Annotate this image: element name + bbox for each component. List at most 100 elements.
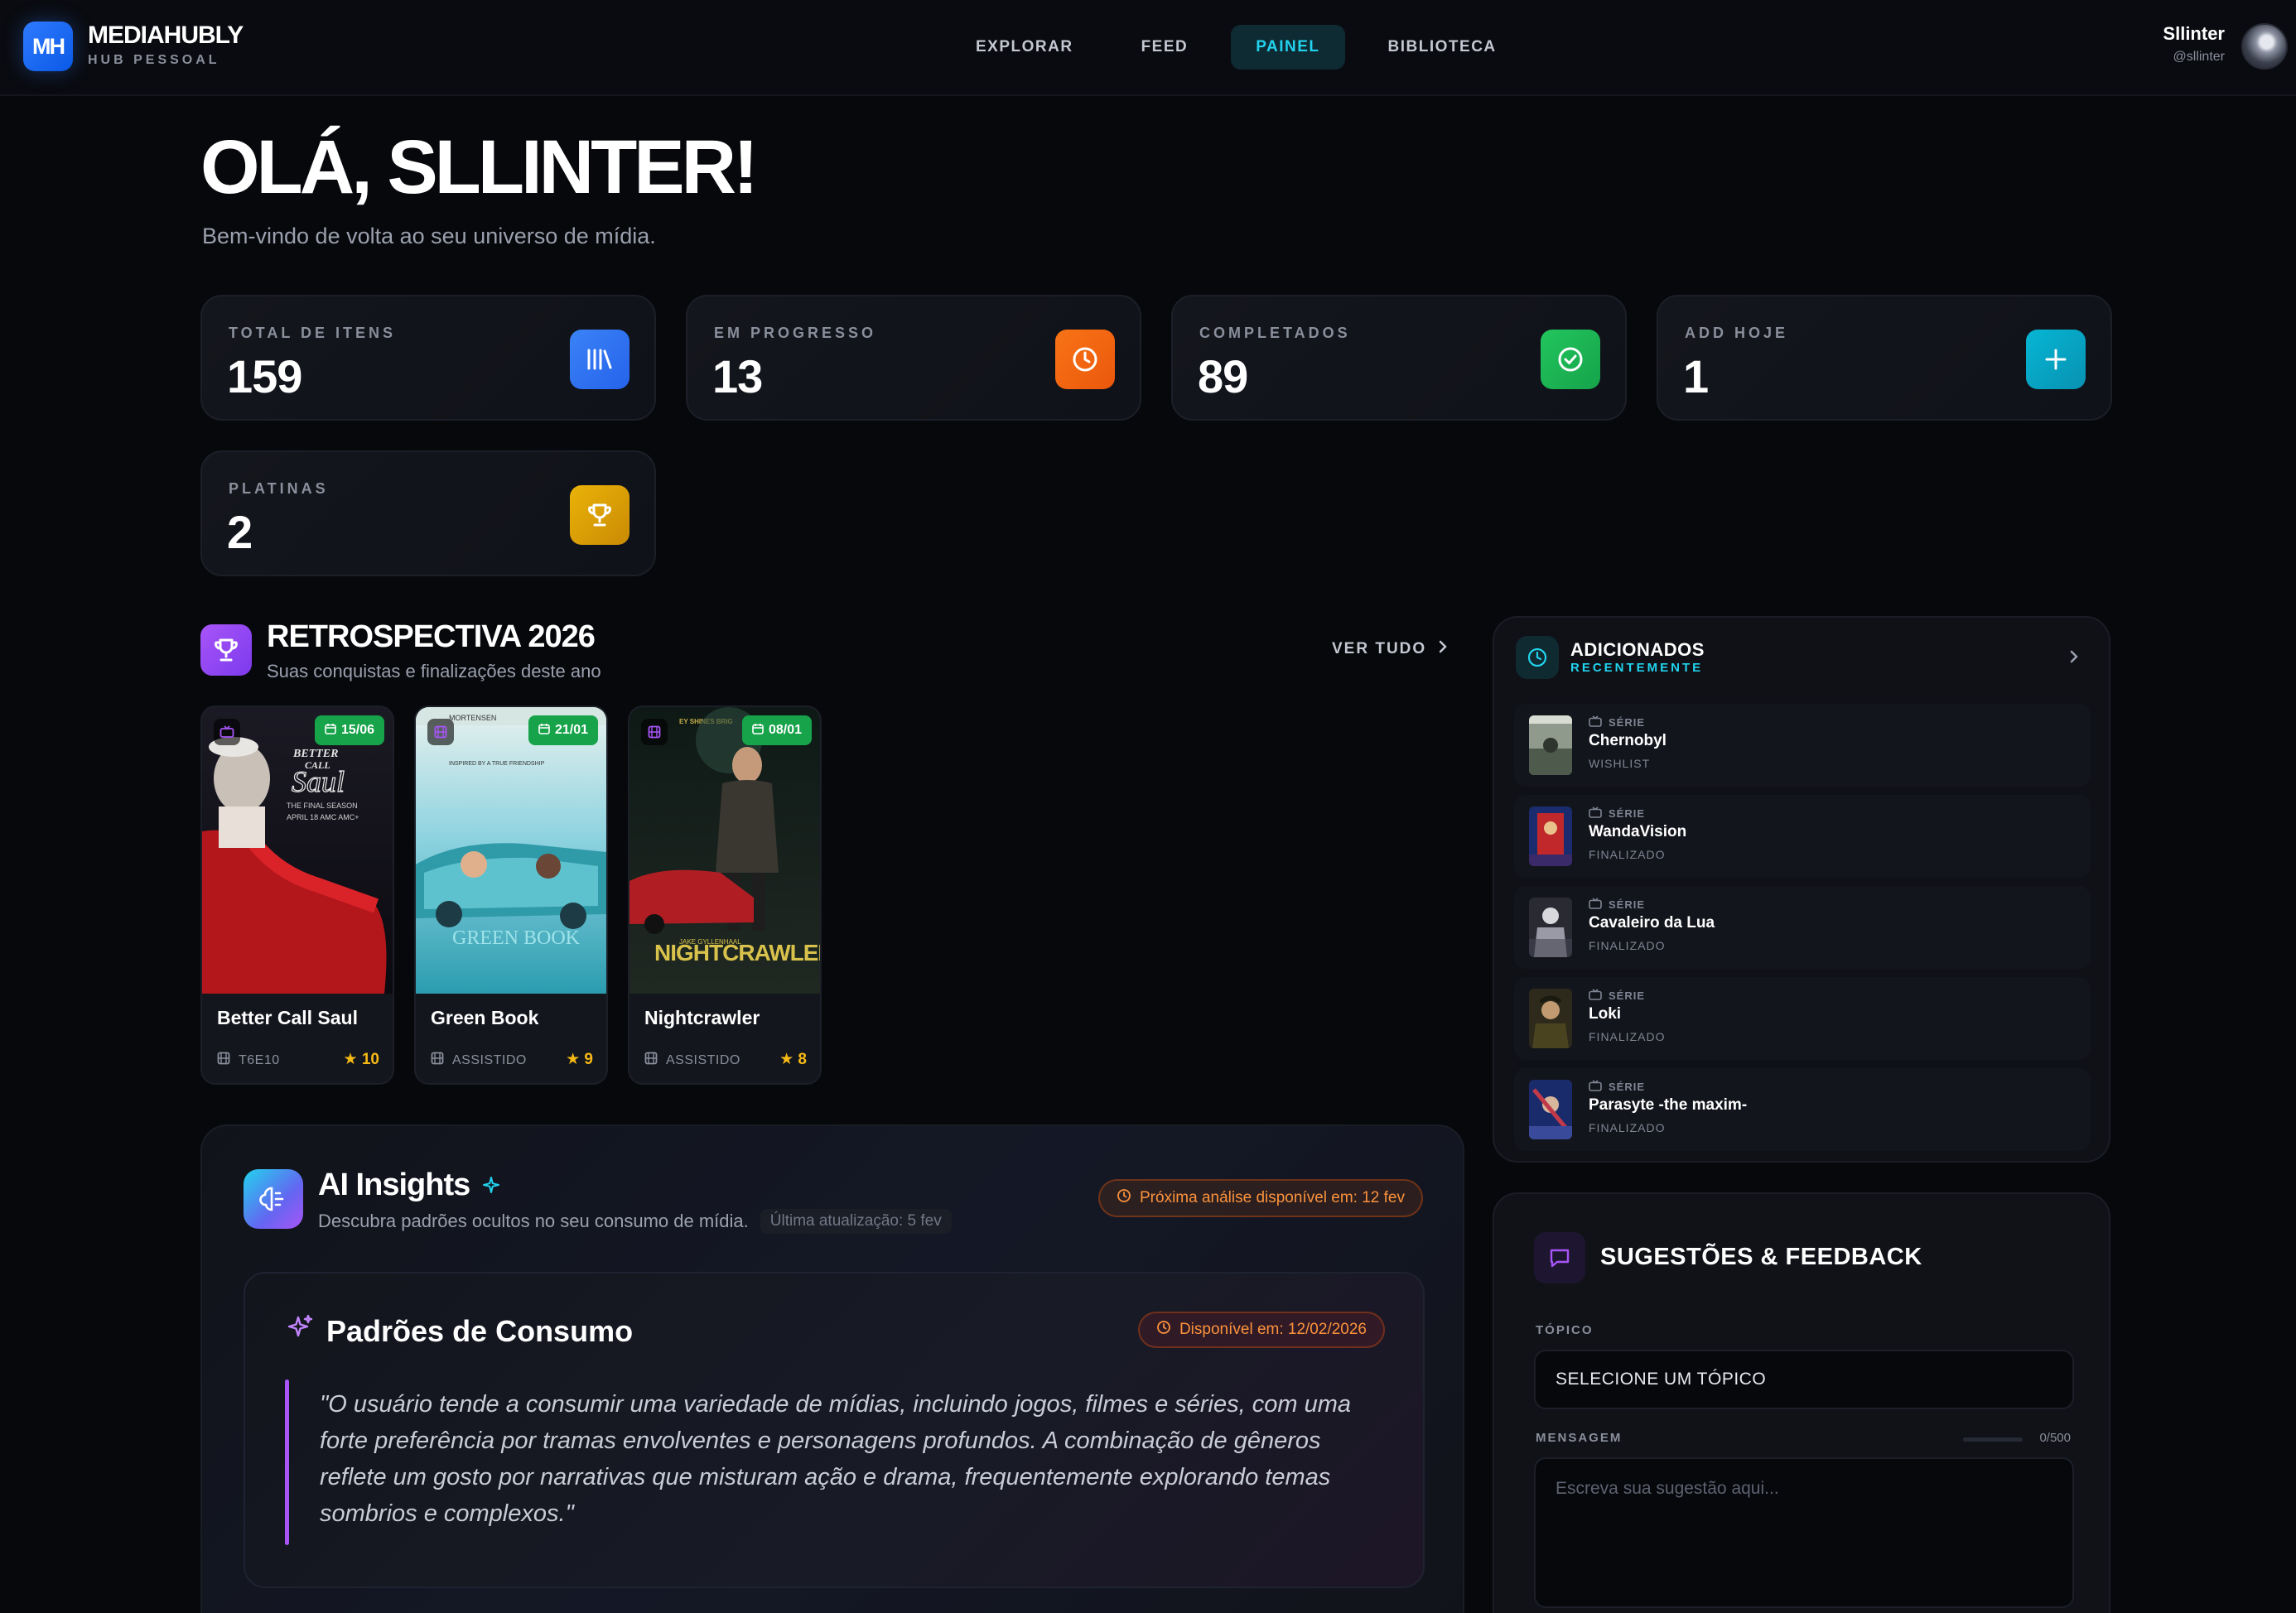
rating-value: 8: [798, 1051, 807, 1068]
stat-value: 13: [712, 350, 763, 402]
retro-card-nightcrawler[interactable]: EY SHINES BRIG NIGHTCRAWLER JAKE GYLLENH…: [628, 705, 822, 1085]
thumbnail: [1529, 715, 1572, 775]
recent-name: WandaVision: [1589, 823, 1687, 840]
character-progress-bar: [1963, 1437, 2023, 1442]
tv-icon: [1589, 715, 1602, 729]
nav-item-painel[interactable]: PAINEL: [1231, 25, 1345, 70]
tv-icon: [1589, 1080, 1602, 1094]
last-updated-badge: Última atualização: 5 fev: [760, 1209, 952, 1234]
date-text: 21/01: [554, 723, 588, 737]
library-icon: [570, 330, 629, 389]
pattern-available-badge: Disponível em: 12/02/2026: [1137, 1312, 1385, 1348]
calendar-icon: [752, 723, 764, 739]
card-meta-text: T6E10: [239, 1052, 280, 1067]
check-circle-icon: [1541, 330, 1600, 389]
chevron-right-icon[interactable]: [2069, 649, 2079, 668]
clock-icon: [1516, 636, 1559, 679]
card-title: Green Book: [431, 1007, 539, 1028]
card-rating: ★ 9: [566, 1050, 593, 1069]
nav-item-explorar[interactable]: EXPLORAR: [951, 25, 1098, 70]
recent-item-wandavision[interactable]: SÉRIE WandaVision FINALIZADO: [1514, 795, 2091, 878]
trophy-icon: [570, 485, 629, 545]
plus-icon: [2026, 330, 2086, 389]
recent-kind: SÉRIE: [1589, 715, 1645, 729]
svg-text:BETTER: BETTER: [292, 748, 338, 760]
svg-text:APRIL 18 AMC AMC+: APRIL 18 AMC AMC+: [287, 813, 359, 821]
recent-kind-text: SÉRIE: [1609, 716, 1646, 729]
calendar-icon: [538, 723, 550, 739]
film-icon: [217, 1052, 230, 1069]
retro-subtitle: Suas conquistas e finalizações deste ano: [267, 661, 601, 681]
recent-status: FINALIZADO: [1589, 1121, 1666, 1134]
retro-card-better-call-saul[interactable]: BETTER CALL Saul THE FINAL SEASON APRIL …: [200, 705, 394, 1085]
recent-kind: SÉRIE: [1589, 806, 1645, 821]
recent-kind: SÉRIE: [1589, 898, 1645, 912]
film-icon: [641, 719, 668, 745]
tv-icon: [1589, 806, 1602, 821]
logo-badge[interactable]: MH: [23, 22, 73, 71]
card-meta: ASSISTIDO: [431, 1052, 527, 1069]
chevron-right-icon: [1438, 639, 1448, 659]
clock-icon: [1055, 330, 1115, 389]
app-subtitle: HUB PESSOAL: [88, 53, 220, 67]
date-badge: 21/01: [528, 715, 598, 745]
poster-image: INSPIRED BY A TRUE FRIENDSHIP GREEN BOOK…: [416, 707, 606, 994]
recent-item-loki[interactable]: SÉRIE Loki FINALIZADO: [1514, 977, 2091, 1060]
see-all-button[interactable]: VER TUDO: [1332, 639, 1448, 659]
film-icon: [427, 719, 454, 745]
thumbnail: [1529, 1080, 1572, 1139]
quote-accent-bar: [285, 1379, 289, 1545]
svg-text:THE FINAL SEASON: THE FINAL SEASON: [287, 802, 358, 810]
nav-item-biblioteca[interactable]: BIBLIOTECA: [1363, 25, 1522, 70]
pattern-available-text: Disponível em: 12/02/2026: [1179, 1321, 1367, 1338]
recent-status: WISHLIST: [1589, 757, 1651, 770]
recent-kind-text: SÉRIE: [1609, 898, 1646, 911]
stat-label: ADD HOJE: [1685, 325, 1789, 341]
card-meta-text: ASSISTIDO: [452, 1052, 527, 1067]
recent-status: FINALIZADO: [1589, 1030, 1666, 1043]
stat-card-added-today: ADD HOJE 1: [1657, 295, 2112, 421]
pattern-quote: "O usuário tende a consumir uma variedad…: [320, 1391, 1352, 1527]
stat-label: PLATINAS: [229, 480, 329, 497]
top-bar: MH MEDIAHUBLY HUB PESSOAL EXPLORAR FEED …: [0, 0, 2296, 96]
rating-value: 10: [361, 1051, 379, 1068]
topic-label: TÓPICO: [1536, 1323, 1594, 1337]
avatar[interactable]: [2241, 23, 2288, 70]
date-text: 08/01: [768, 723, 802, 737]
tv-icon: [1589, 989, 1602, 1003]
thumbnail: [1529, 989, 1572, 1048]
recent-item-cavaleiro-da-lua[interactable]: SÉRIE Cavaleiro da Lua FINALIZADO: [1514, 886, 2091, 969]
sparkle-icon: [481, 1168, 501, 1203]
app-name[interactable]: MEDIAHUBLY: [88, 22, 244, 50]
user-name[interactable]: Sllinter: [2163, 23, 2225, 45]
svg-text:GREEN BOOK: GREEN BOOK: [452, 927, 581, 949]
stat-card-total: TOTAL DE ITENS 159: [200, 295, 656, 421]
recent-name: Chernobyl: [1589, 732, 1667, 749]
poster-image: EY SHINES BRIG NIGHTCRAWLER JAKE GYLLENH…: [629, 707, 820, 994]
pattern-title-text: Padrões de Consumo: [326, 1313, 634, 1348]
retro-title: RETROSPECTIVA 2026: [267, 619, 596, 654]
topic-select[interactable]: SELECIONE UM TÓPICO: [1534, 1350, 2074, 1409]
stat-value: 1: [1683, 350, 1709, 402]
page-subtitle: Bem-vindo de volta ao seu universo de mí…: [202, 224, 656, 248]
svg-text:INSPIRED BY A TRUE FRIENDSHIP: INSPIRED BY A TRUE FRIENDSHIP: [449, 761, 545, 767]
retro-card-green-book[interactable]: INSPIRED BY A TRUE FRIENDSHIP GREEN BOOK…: [414, 705, 608, 1085]
recent-item-parasyte[interactable]: SÉRIE Parasyte -the maxim- FINALIZADO: [1514, 1068, 2091, 1151]
poster-image: BETTER CALL Saul THE FINAL SEASON APRIL …: [202, 707, 393, 994]
tv-icon: [1589, 898, 1602, 912]
ai-subtitle: Descubra padrões ocultos no seu consumo …: [318, 1211, 749, 1231]
card-meta: ASSISTIDO: [644, 1052, 740, 1069]
message-textarea[interactable]: Escreva sua sugestão aqui...: [1534, 1457, 2074, 1608]
calendar-icon: [325, 723, 336, 739]
nav-item-feed[interactable]: FEED: [1117, 25, 1213, 70]
stat-label: TOTAL DE ITENS: [229, 325, 397, 341]
recent-item-chernobyl[interactable]: SÉRIE Chernobyl WISHLIST: [1514, 704, 2091, 787]
card-title: Better Call Saul: [217, 1007, 358, 1028]
clock-icon: [1117, 1188, 1131, 1208]
recent-kind: SÉRIE: [1589, 989, 1645, 1003]
card-meta-text: ASSISTIDO: [666, 1052, 740, 1067]
date-badge: 15/06: [314, 715, 384, 745]
card-rating: ★ 8: [779, 1050, 807, 1069]
user-handle: @sllinter: [2173, 50, 2225, 64]
message-label: MENSAGEM: [1536, 1431, 1623, 1445]
